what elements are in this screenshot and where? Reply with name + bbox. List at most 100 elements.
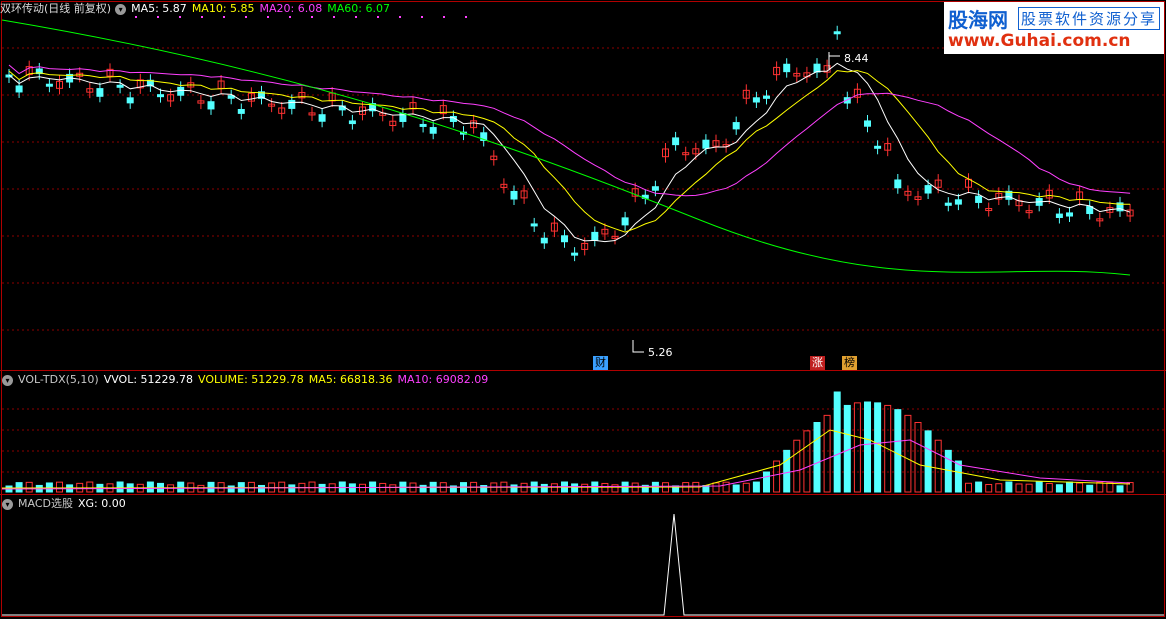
candle-body xyxy=(126,97,134,104)
volume-bar xyxy=(975,481,983,493)
candle-body xyxy=(783,63,791,73)
volume-bar xyxy=(601,482,609,493)
volume-bar xyxy=(833,391,841,493)
candle-body xyxy=(672,137,680,146)
volume-bar xyxy=(1035,481,1043,493)
candle-body xyxy=(944,202,952,206)
volume-bar xyxy=(924,430,932,493)
event-tag-bang[interactable]: 榜 xyxy=(842,356,857,370)
volume-bar xyxy=(1045,483,1053,493)
marker-dot xyxy=(399,16,401,18)
volume-bar xyxy=(207,481,215,493)
stock-chart-window: 双环传动(日线 前复权) ▾ MA5: 5.87 MA10: 5.85 MA20: 6.… xyxy=(0,0,1166,619)
volume-bar xyxy=(803,430,811,493)
stock-title: 双环传动(日线 前复权) xyxy=(0,2,112,15)
candle-body xyxy=(1055,213,1063,218)
volume-bar xyxy=(15,482,23,493)
candle-body xyxy=(45,83,53,87)
volume-bar xyxy=(318,483,326,493)
candle-body xyxy=(833,31,841,35)
high-pointer xyxy=(828,52,840,70)
volume-bar xyxy=(1106,482,1114,493)
volume-bar xyxy=(227,485,235,493)
xg-signal-line xyxy=(2,513,1164,616)
volume-bar xyxy=(197,484,205,493)
watermark-slogan: 股票软件资源分享 xyxy=(1018,7,1161,30)
candle-body xyxy=(540,237,548,244)
volume-bar xyxy=(581,483,589,493)
volume-bar xyxy=(1116,485,1124,493)
candle-body xyxy=(530,223,538,227)
vol-ma5-value: MA5: 66818.36 xyxy=(308,373,393,386)
volume-bar xyxy=(56,481,63,493)
candle-body xyxy=(1066,212,1073,217)
chart-canvas[interactable] xyxy=(0,0,1166,619)
ma10-value: MA10: 5.85 xyxy=(191,2,255,15)
candle-body xyxy=(429,127,437,134)
vol-indicator-name: VOL-TDX(5,10) xyxy=(18,373,99,386)
candle-body xyxy=(237,108,245,114)
candle-body xyxy=(975,195,983,203)
candle-body xyxy=(318,114,326,122)
volume-bar xyxy=(278,481,286,493)
candle-body xyxy=(177,86,185,96)
volume-header: ▾ VOL-TDX(5,10) VVOL: 51229.78 VOLUME: 5122… xyxy=(0,371,493,389)
ma60-value: MA60: 6.07 xyxy=(327,2,390,15)
macd-header: ▾ MACD选股 XG: 0.00 xyxy=(0,495,131,513)
candle-body xyxy=(15,85,23,93)
candle-body xyxy=(813,63,821,73)
candle-body xyxy=(419,123,427,127)
watermark-logo: 股海网 股票软件资源分享 www.Guhai.com.cn xyxy=(944,2,1164,54)
volume-bar xyxy=(1055,484,1063,493)
candle-body xyxy=(621,217,629,226)
volume-bar xyxy=(258,484,265,493)
volume-toggle-icon[interactable]: ▾ xyxy=(2,374,13,386)
candle-body xyxy=(651,186,659,191)
volume-bar xyxy=(752,481,760,493)
event-tag-cai[interactable]: 财 xyxy=(593,356,608,370)
volume-bar xyxy=(419,484,427,493)
main-chart-toggle-icon[interactable]: ▾ xyxy=(115,3,127,15)
candle-body xyxy=(348,120,356,125)
volume-value: VOLUME: 51229.78 xyxy=(198,373,304,386)
low-pointer xyxy=(632,340,644,353)
candle-body xyxy=(561,235,568,243)
volume-bar xyxy=(732,484,740,493)
candle-body xyxy=(338,105,346,111)
volume-bar xyxy=(934,439,942,493)
candle-body xyxy=(591,231,599,241)
ma5-line xyxy=(8,62,1131,243)
volume-bar xyxy=(985,483,993,493)
volume-bar xyxy=(116,481,124,493)
marker-dot xyxy=(443,16,445,18)
volume-bar xyxy=(965,482,972,493)
volume-bar xyxy=(86,481,94,493)
candle-body xyxy=(116,84,124,88)
volume-bar xyxy=(914,422,922,493)
low-price-label: 5.26 xyxy=(648,346,673,359)
candle-body xyxy=(96,88,104,97)
volume-bar xyxy=(742,482,750,493)
vvol-value: VVOL: 51229.78 xyxy=(103,373,194,386)
volume-bar xyxy=(793,439,801,493)
volume-bar xyxy=(540,483,548,493)
volume-bar xyxy=(510,484,518,493)
candle-body xyxy=(763,95,770,99)
vol-ma10-value: MA10: 69082.09 xyxy=(397,373,489,386)
volume-bar xyxy=(177,481,185,493)
macd-toggle-icon[interactable]: ▾ xyxy=(2,498,13,510)
volume-bar xyxy=(763,471,770,493)
event-tag-zhang[interactable]: 涨 xyxy=(810,356,825,370)
candle-body xyxy=(752,97,760,103)
volume-bar xyxy=(550,483,558,493)
candle-body xyxy=(924,185,932,194)
volume-bar xyxy=(1015,483,1023,493)
volume-bar xyxy=(308,481,316,493)
volume-bar xyxy=(338,481,346,493)
volume-bar xyxy=(894,409,902,493)
chart-frame xyxy=(1,1,1165,617)
xg-value: XG: 0.00 xyxy=(77,497,126,510)
watermark-url: www.Guhai.com.cn xyxy=(948,31,1131,51)
watermark-brand: 股海网 xyxy=(948,8,1008,32)
volume-bar xyxy=(359,483,366,493)
